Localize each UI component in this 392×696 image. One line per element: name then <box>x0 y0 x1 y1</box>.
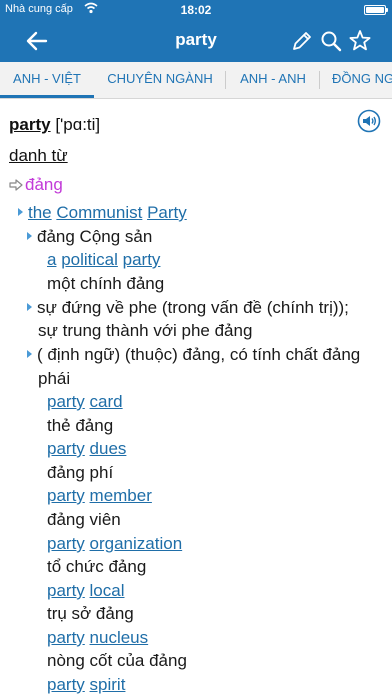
phrase-translation: nòng cốt của đảng <box>47 651 187 670</box>
word-link[interactable]: party <box>47 392 85 411</box>
phrase-line: party spirit <box>47 675 125 695</box>
phrase-translation: tổ chức đảng <box>47 557 147 576</box>
tab-label: ANH - VIỆT <box>13 71 81 86</box>
word-link[interactable]: a <box>47 250 56 269</box>
tab-chuyen-nganh[interactable]: CHUYÊN NGÀNH <box>94 62 226 98</box>
word-link[interactable]: organization <box>90 534 183 553</box>
part-of-speech: danh từ <box>9 146 68 165</box>
tab-label: ANH - ANH <box>240 71 306 86</box>
word-link[interactable]: Party <box>147 203 187 222</box>
phrase-line: party nucleus <box>47 628 148 648</box>
arrow-right-icon <box>9 179 23 191</box>
entry-content: party ['pɑ:ti] danh từ đảng the Communis… <box>0 99 392 696</box>
triangle-bullet-icon <box>27 232 32 240</box>
note-text: ( định ngữ) (thuộc) đảng, có tính chất đ… <box>37 345 361 364</box>
note-line: ( định ngữ) (thuộc) đảng, có tính chất đ… <box>27 345 360 365</box>
phrase-line: party local <box>47 581 125 601</box>
tab-anh-anh[interactable]: ANH - ANH <box>226 62 320 98</box>
dictionary-tabs: ANH - VIỆT CHUYÊN NGÀNH ANH - ANH ĐỒNG N… <box>0 62 392 99</box>
word-link[interactable]: the <box>28 203 52 222</box>
tab-label: ĐỒNG NG <box>332 71 392 86</box>
word-link[interactable]: card <box>90 392 123 411</box>
phrase-line: party dues <box>47 439 126 459</box>
word-link[interactable]: party <box>47 581 85 600</box>
translation-line: đảng Cộng sản <box>27 227 152 247</box>
phrase-translation: thẻ đảng <box>47 416 114 435</box>
example-line: a political party <box>47 250 160 270</box>
triangle-bullet-icon <box>27 303 32 311</box>
phrase-translation: trụ sở đảng <box>47 604 134 623</box>
sense-line: đảng <box>9 175 63 195</box>
search-icon[interactable] <box>318 28 344 54</box>
word-link[interactable]: nucleus <box>90 628 149 647</box>
word-link[interactable]: member <box>90 486 152 505</box>
phrase-line: party organization <box>47 534 182 554</box>
phrase-line: party member <box>47 486 152 506</box>
nav-bar: party <box>0 20 392 62</box>
phrase-line: party card <box>47 392 123 412</box>
speaker-icon[interactable] <box>357 109 381 133</box>
phrase-translation: đảng phí <box>47 463 114 482</box>
phrase-translation: đảng viên <box>47 510 121 529</box>
word-link[interactable]: party <box>47 486 85 505</box>
note-text: sự đứng về phe (trong vấn đề (chính trị)… <box>37 298 349 317</box>
translation-text: một chính đảng <box>47 274 165 293</box>
status-time: 18:02 <box>180 3 212 17</box>
triangle-bullet-icon <box>27 350 32 358</box>
translation-text: đảng Cộng sản <box>37 227 153 246</box>
sense-label: đảng <box>25 175 63 194</box>
word-link[interactable]: party <box>47 439 85 458</box>
word-link[interactable]: local <box>90 581 125 600</box>
word-link[interactable]: political <box>61 250 118 269</box>
headword-line: party ['pɑ:ti] <box>9 115 100 135</box>
word-link[interactable]: Communist <box>56 203 142 222</box>
star-icon[interactable] <box>347 28 373 54</box>
tab-anh-viet[interactable]: ANH - VIỆT <box>0 62 94 98</box>
note-text: phái <box>38 369 71 388</box>
word-link[interactable]: spirit <box>90 675 126 694</box>
triangle-bullet-icon <box>18 208 23 216</box>
headword: party <box>9 115 51 134</box>
tab-dong-nghia[interactable]: ĐỒNG NG <box>320 62 392 98</box>
battery-icon <box>364 5 388 15</box>
word-link[interactable]: dues <box>90 439 127 458</box>
tab-label: CHUYÊN NGÀNH <box>107 71 213 86</box>
status-bar: Nhà cung cấp 18:02 <box>0 0 392 20</box>
phonetic: ['pɑ:ti] <box>55 115 101 134</box>
word-link[interactable]: party <box>47 675 85 694</box>
pencil-icon[interactable] <box>289 28 315 54</box>
word-link[interactable]: party <box>47 534 85 553</box>
note-text: sự trung thành với phe đảng <box>38 321 253 340</box>
note-line: sự đứng về phe (trong vấn đề (chính trị)… <box>27 298 349 318</box>
word-link[interactable]: party <box>123 250 161 269</box>
example-line: the Communist Party <box>18 203 187 223</box>
word-link[interactable]: party <box>47 628 85 647</box>
